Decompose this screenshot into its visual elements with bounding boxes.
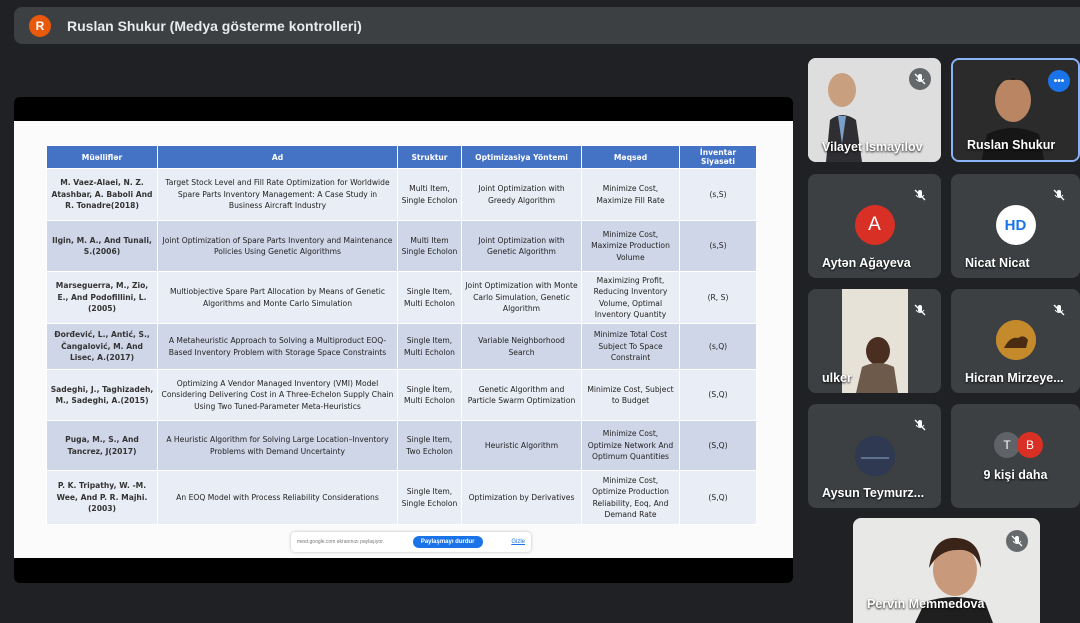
hide-link[interactable]: Gizle xyxy=(511,539,525,545)
cell-structure: Single Item, Multi Echolon xyxy=(397,323,462,370)
more-participants-label: 9 kişi daha xyxy=(983,468,1048,482)
cell-title: Joint Optimization of Spare Parts Invent… xyxy=(157,220,398,272)
cell-policy: (s,Q) xyxy=(679,323,757,370)
cell-policy: (S,Q) xyxy=(679,369,757,421)
header-authors: Müəlliflər xyxy=(46,145,158,169)
presenter-title: Ruslan Shukur (Medya gösterme kontroller… xyxy=(67,17,362,34)
cell-title: Target Stock Level and Fill Rate Optimiz… xyxy=(157,168,398,221)
participant-tile[interactable]: Aysun Teymurz... xyxy=(808,404,941,508)
cell-structure: Single Item, Two Echolon xyxy=(397,420,462,471)
participant-avatar xyxy=(854,436,895,476)
participant-tile[interactable]: Vilayet Ismayilov xyxy=(808,58,941,162)
mic-off-icon xyxy=(909,68,931,90)
cell-title: An EOQ Model with Process Reliability Co… xyxy=(157,470,398,525)
table-row: Puga, M., S., And Tancrez, J(2017) A Heu… xyxy=(46,420,757,471)
horse-avatar-icon xyxy=(995,320,1036,360)
participant-tile[interactable]: ••• Ruslan Shukur xyxy=(951,58,1080,162)
literature-table: Müəlliflər Ad Struktur Optimizasiya Yönt… xyxy=(46,145,757,525)
cell-goal: Minimize Total Cost Subject To Space Con… xyxy=(581,323,680,370)
cell-authors: Marseguerra, M., Zio, E., And Podofillin… xyxy=(46,271,158,324)
mic-off-icon xyxy=(1048,299,1070,321)
cell-method: Variable Neighborhood Search xyxy=(461,323,582,370)
cell-method: Genetic Algorithm and Particle Swarm Opt… xyxy=(461,369,582,421)
cell-method: Optimization by Derivatives xyxy=(461,470,582,525)
table-row: Đorđević, L., Antić, S., Čangalović, M. … xyxy=(46,323,757,370)
cell-policy: (S,Q) xyxy=(679,470,757,525)
shared-screen: Müəlliflər Ad Struktur Optimizasiya Yönt… xyxy=(14,97,793,583)
table-row: Marseguerra, M., Zio, E., And Podofillin… xyxy=(46,271,757,324)
cell-goal: Minimize Cost, Maximize Fill Rate xyxy=(581,168,680,221)
participant-name: Vilayet Ismayilov xyxy=(822,140,923,154)
participant-name: Ruslan Shukur xyxy=(967,138,1056,152)
cell-title: A Metaheuristic Approach to Solving a Mu… xyxy=(157,323,398,370)
cell-structure: Multi Item Single Echolon xyxy=(397,220,462,272)
mic-off-icon xyxy=(909,299,931,321)
header-policy: İnventar Siyasəti xyxy=(679,145,757,169)
presenter-avatar: R xyxy=(29,14,51,37)
header-structure: Struktur xyxy=(397,145,462,169)
cell-authors: P. K. Tripathy, W. -M. Wee, And P. R. Ma… xyxy=(46,470,158,525)
share-status-text: meet.google.com ekranınızı paylaşıyor. xyxy=(297,539,384,545)
cell-method: Joint Optimization with Genetic Algorith… xyxy=(461,220,582,272)
cell-policy: (R, S) xyxy=(679,271,757,324)
cell-method: Joint Optimization with Greedy Algorithm xyxy=(461,168,582,221)
cell-policy: (S,Q) xyxy=(679,420,757,471)
mic-off-icon xyxy=(909,184,931,206)
cell-authors: Sadeghi, J., Taghizadeh, M., Sadeghi, A.… xyxy=(46,369,158,421)
table-row: Sadeghi, J., Taghizadeh, M., Sadeghi, A.… xyxy=(46,369,757,421)
cell-policy: (s,S) xyxy=(679,220,757,272)
mic-off-icon xyxy=(909,414,931,436)
cell-title: A Heuristic Algorithm for Solving Large … xyxy=(157,420,398,471)
cell-goal: Minimize Cost, Optimize Production Relia… xyxy=(581,470,680,525)
cell-method: Heuristic Algorithm xyxy=(461,420,582,471)
table-row: M. Vaez-Alaei, N. Z. Atashbar, A. Baboli… xyxy=(46,168,757,221)
stop-sharing-button[interactable]: Paylaşmayı durdur xyxy=(412,536,483,548)
cell-authors: M. Vaez-Alaei, N. Z. Atashbar, A. Baboli… xyxy=(46,168,158,221)
cell-structure: Single İtem, Multi Echolon xyxy=(397,369,462,421)
cell-goal: Minimize Cost, Maximize Production Volum… xyxy=(581,220,680,272)
more-options-icon[interactable]: ••• xyxy=(1048,70,1070,92)
participant-avatar: B xyxy=(1017,432,1043,458)
cell-authors: Đorđević, L., Antić, S., Čangalović, M. … xyxy=(46,323,158,370)
header-goal: Məqsəd xyxy=(581,145,680,169)
cell-title: Multiobjective Spare Part Allocation by … xyxy=(157,271,398,324)
self-view-tile[interactable]: Pervin Memmedova xyxy=(853,518,1040,623)
presentation-slide: Müəlliflər Ad Struktur Optimizasiya Yönt… xyxy=(14,121,793,558)
screen-share-bar: meet.google.com ekranınızı paylaşıyor. P… xyxy=(291,532,531,552)
cell-structure: Single Item, Multi Echolon xyxy=(397,271,462,324)
participant-tile[interactable]: HD Nicat Nicat xyxy=(951,174,1080,278)
cell-method: Joint Optimization with Monte Carlo Simu… xyxy=(461,271,582,324)
cell-authors: Puga, M., S., And Tancrez, J(2017) xyxy=(46,420,158,471)
participant-tile[interactable]: ulker xyxy=(808,289,941,393)
table-header-row: Müəlliflər Ad Struktur Optimizasiya Yönt… xyxy=(46,145,757,169)
presenter-bar[interactable]: R Ruslan Shukur (Medya gösterme kontroll… xyxy=(14,7,1080,44)
participant-logo: HD xyxy=(995,205,1036,245)
cell-goal: Minimize Cost, Optimize Network And Opti… xyxy=(581,420,680,471)
cell-authors: Ilgin, M. A., And Tunali, S.(2006) xyxy=(46,220,158,272)
cell-goal: Maximizing Profit, Reducing Inventory Vo… xyxy=(581,271,680,324)
mic-off-icon xyxy=(1006,530,1028,552)
mic-off-icon xyxy=(1048,184,1070,206)
participant-name: Aysun Teymurz... xyxy=(822,486,925,500)
participant-name: Hicran Mirzeye... xyxy=(965,371,1064,385)
participant-name: Aytən Ağayeva xyxy=(822,256,911,270)
participant-name: Pervin Memmedova xyxy=(867,597,985,611)
header-method: Optimizasiya Yöntemi xyxy=(461,145,582,169)
participant-tile[interactable]: A Aytən Ağayeva xyxy=(808,174,941,278)
more-participants-tile[interactable]: T B 9 kişi daha xyxy=(951,404,1080,508)
cell-structure: Multi Item, Single Echolon xyxy=(397,168,462,221)
cell-structure: Single Item, Single Echolon xyxy=(397,470,462,525)
table-row: Ilgin, M. A., And Tunali, S.(2006) Joint… xyxy=(46,220,757,272)
participant-name: ulker xyxy=(822,371,852,385)
header-title: Ad xyxy=(157,145,398,169)
cell-goal: Minimize Cost, Subject to Budget xyxy=(581,369,680,421)
table-row: P. K. Tripathy, W. -M. Wee, And P. R. Ma… xyxy=(46,470,757,525)
participant-name: Nicat Nicat xyxy=(965,256,1030,270)
cell-policy: (s,S) xyxy=(679,168,757,221)
participant-tile[interactable]: Hicran Mirzeye... xyxy=(951,289,1080,393)
cell-title: Optimizing A Vendor Managed Inventory (V… xyxy=(157,369,398,421)
participant-avatar: A xyxy=(854,205,895,245)
